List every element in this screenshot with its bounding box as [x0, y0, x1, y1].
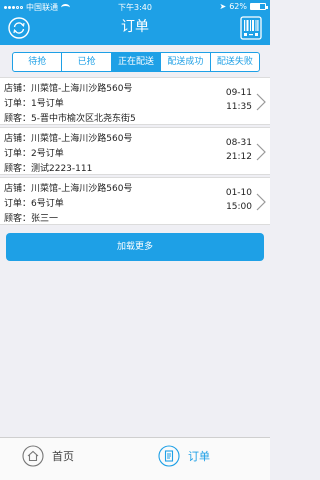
tabbar-label-home: 首页	[52, 450, 74, 463]
order-store: 店铺：川菜馆-上海川沙路560号	[4, 134, 133, 144]
tabbar-item-orders[interactable]: 订单	[158, 445, 210, 467]
bottom-tab-bar: 首页 订单	[0, 437, 270, 480]
tab-pending[interactable]: 待抢	[13, 53, 63, 71]
tab-failed[interactable]: 配送失败	[211, 53, 259, 71]
home-icon	[22, 445, 44, 467]
tabbar-label-orders: 订单	[188, 450, 210, 463]
chevron-right-icon	[256, 93, 266, 111]
order-customer: 顾客：测试2223-111	[4, 164, 93, 174]
order-number: 订单：1号订单	[4, 99, 64, 109]
chevron-right-icon	[256, 143, 266, 161]
order-customer: 顾客：张三一	[4, 214, 59, 224]
order-item[interactable]: 店铺：川菜馆-上海川沙路560号 订单：6号订单 顾客：张三一 01-10 15…	[0, 177, 270, 225]
order-time: 21:12	[226, 152, 252, 162]
chevron-right-icon	[256, 193, 266, 211]
document-icon	[158, 445, 180, 467]
battery-label: 62%	[229, 2, 247, 11]
status-bar: 中国联通 下午3:40 ➤ 62%	[0, 0, 270, 14]
nav-header: 中国联通 下午3:40 ➤ 62% 订单	[0, 0, 270, 45]
tab-delivered[interactable]: 配送成功	[161, 53, 211, 71]
order-list: 店铺：川菜馆-上海川沙路560号 订单：1号订单 顾客：5-晋中市榆次区北尧东街…	[0, 77, 270, 227]
order-date: 08-31	[225, 138, 252, 148]
order-item[interactable]: 店铺：川菜馆-上海川沙路560号 订单：2号订单 顾客：测试2223-111 0…	[0, 127, 270, 175]
order-time: 15:00	[226, 202, 252, 212]
location-icon: ➤	[219, 2, 227, 11]
tabbar-item-home[interactable]: 首页	[22, 445, 74, 467]
order-date: 09-11	[225, 88, 252, 98]
tab-delivering[interactable]: 正在配送	[111, 53, 162, 71]
order-item[interactable]: 店铺：川菜馆-上海川沙路560号 订单：1号订单 顾客：5-晋中市榆次区北尧东街…	[0, 77, 270, 125]
tab-grabbed[interactable]: 已抢	[62, 53, 112, 71]
order-number: 订单：6号订单	[4, 199, 64, 209]
barcode-scan-icon[interactable]	[240, 16, 262, 40]
order-time: 11:35	[226, 102, 252, 112]
page-title: 订单	[121, 19, 149, 35]
order-status-tabs: 待抢 已抢 正在配送 配送成功 配送失败	[12, 52, 260, 72]
battery-icon	[250, 3, 268, 10]
order-store: 店铺：川菜馆-上海川沙路560号	[4, 184, 133, 194]
order-number: 订单：2号订单	[4, 149, 64, 159]
load-more-button[interactable]: 加载更多	[6, 233, 264, 261]
status-right: ➤ 62%	[219, 2, 268, 11]
order-customer: 顾客：5-晋中市榆次区北尧东街5	[4, 114, 136, 124]
order-date: 01-10	[225, 188, 252, 198]
order-store: 店铺：川菜馆-上海川沙路560号	[4, 84, 133, 94]
